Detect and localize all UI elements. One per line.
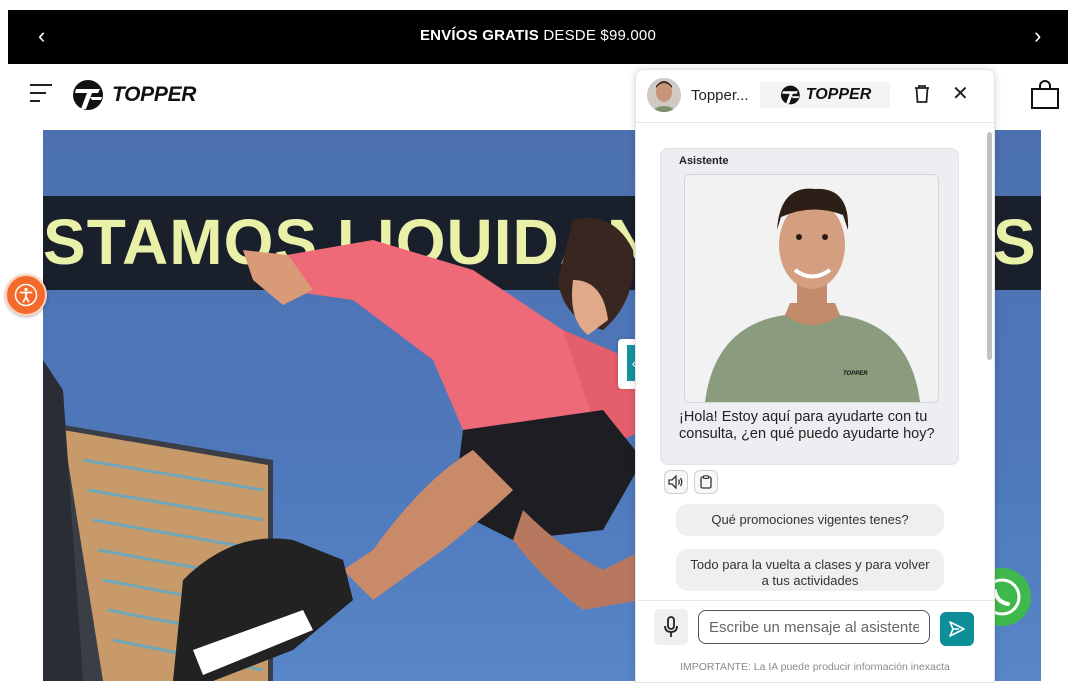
trash-icon[interactable]	[913, 84, 931, 104]
message-text: ¡Hola! Estoy aquí para ayudarte con tu c…	[679, 409, 935, 442]
promo-text: ENVÍOS GRATIS DESDE $99.000	[8, 27, 1068, 44]
send-icon[interactable]	[940, 612, 974, 646]
promo-rest-text: DESDE $99.000	[538, 27, 657, 44]
promo-bold-text: ENVÍOS GRATIS	[419, 27, 539, 44]
accessibility-icon[interactable]	[5, 274, 47, 316]
chat-scrollbar[interactable]	[987, 132, 992, 360]
chevron-right-icon[interactable]: ›	[1034, 24, 1041, 48]
suggestion-chip[interactable]: Qué promociones vigentes tenes?	[676, 504, 944, 536]
logo-wordmark: TOPPER	[112, 83, 197, 106]
shopping-bag-icon[interactable]	[1030, 80, 1060, 110]
assistant-photo: TOPPER	[684, 174, 939, 403]
menu-icon[interactable]	[30, 84, 52, 106]
speaker-icon[interactable]	[664, 470, 688, 494]
shirt-logo-text: TOPPER	[843, 371, 868, 377]
topper-logo-mark	[780, 85, 800, 105]
topper-logo-mark	[73, 80, 103, 110]
ai-disclaimer: IMPORTANTE: La IA puede producir informa…	[680, 661, 950, 673]
chat-title: Topper...	[691, 87, 749, 104]
chat-topper-logo: TOPPER	[760, 82, 890, 108]
message-sender: Asistente	[679, 155, 729, 167]
top-strip	[0, 0, 1068, 10]
clipboard-icon[interactable]	[694, 470, 718, 494]
topper-logo[interactable]: TOPPER	[70, 77, 196, 113]
chat-widget: Topper... TOPPER ✕ Asistente TOPPER ¡Hol…	[635, 69, 995, 683]
microphone-icon[interactable]	[654, 609, 688, 645]
suggestion-chip[interactable]: Todo para la vuelta a clases y para volv…	[676, 549, 944, 591]
assistant-avatar	[647, 78, 681, 112]
chat-header: Topper... TOPPER ✕	[636, 70, 994, 123]
close-icon[interactable]: ✕	[952, 83, 969, 105]
assistant-message: Asistente TOPPER ¡Hola! Estoy aquí para …	[660, 148, 959, 465]
chat-logo-wordmark: TOPPER	[805, 86, 872, 103]
chat-composer: IMPORTANTE: La IA puede producir informa…	[636, 600, 994, 682]
promo-bar: ‹ ENVÍOS GRATIS DESDE $99.000 ›	[8, 10, 1068, 64]
chat-message-input[interactable]	[698, 610, 930, 644]
